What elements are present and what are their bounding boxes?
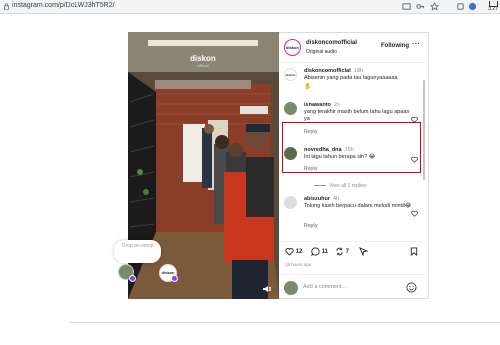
profile-icon[interactable]	[468, 2, 477, 11]
extensions-icon[interactable]	[456, 2, 465, 11]
comments-count: 11	[321, 249, 329, 256]
post-header: diskon diskoncomofficial Original audio …	[279, 33, 429, 63]
caption-avatar-text: diskon	[285, 73, 296, 77]
comment-user-line: novredha_dna 15h	[304, 147, 354, 153]
comment-item: isnawanto 2s yang terakhir masih belum ta…	[284, 102, 418, 142]
cast-icon[interactable]	[402, 2, 411, 11]
caption: diskon diskoncomofficial 18h Abisenin yan…	[284, 68, 417, 90]
bookmark-icon[interactable]	[410, 247, 418, 257]
reply-button[interactable]: Reply	[304, 223, 318, 229]
like-comment-heart-icon[interactable]	[411, 116, 418, 123]
video-logo-sub: official	[197, 63, 209, 68]
mute-icon[interactable]	[262, 284, 272, 294]
view-replies-button[interactable]: View all 1 replies	[314, 183, 366, 189]
comment-username[interactable]: novredha_dna	[304, 147, 342, 153]
reply-button[interactable]: Reply	[304, 129, 318, 135]
comment-avatar[interactable]	[284, 102, 297, 115]
logo-badge-icon	[171, 275, 178, 282]
share-send-icon[interactable]	[359, 247, 369, 257]
comments-scrollbar[interactable]	[422, 65, 426, 240]
comment-time: 2s	[333, 102, 340, 108]
post-panel: diskon diskoncomofficial Original audio …	[279, 32, 429, 299]
comment-item: abiszuhur 4h Tolong kasih berpacu dalam m…	[284, 196, 418, 232]
author-username[interactable]: diskoncomofficial	[306, 40, 357, 46]
current-user-avatar	[284, 281, 298, 295]
scrollbar-thumb[interactable]	[423, 80, 425, 180]
author-avatar[interactable]: diskon	[284, 39, 301, 56]
add-comment-bar: Add a comment...	[279, 274, 429, 300]
reposts-count: 7	[345, 249, 350, 256]
clock-time: 3.27	[488, 6, 498, 12]
caption-text: Abisenin yang pada tau lagunyaaaaaa	[304, 75, 398, 81]
caption-username[interactable]: diskoncomofficial	[304, 68, 351, 74]
site-info-icon[interactable]	[3, 3, 10, 10]
view-replies-text[interactable]: View all 1 replies	[329, 183, 366, 189]
replies-line	[314, 185, 326, 187]
url-text[interactable]: instagram.com/p/DcLWJ3hT5R2/	[12, 2, 115, 9]
clock: 3.27	[488, 1, 498, 13]
browser-address-bar[interactable]: instagram.com/p/DcLWJ3hT5R2/ 3.27	[0, 0, 500, 14]
heart-icon[interactable]	[285, 247, 294, 256]
post-time-ago[interactable]: 18 hours ago	[285, 262, 311, 267]
comment-time: 4h	[332, 196, 340, 202]
comment-item: novredha_dna 15h Ini lagu tahun berapa si…	[284, 147, 418, 177]
caption-time: 18h	[353, 68, 363, 74]
comment-text: yang terakhir masih belum tahu lagu apaa…	[304, 109, 410, 122]
caption-avatar[interactable]: diskon	[284, 68, 297, 81]
following-button[interactable]: Following	[381, 43, 409, 49]
page-divider	[70, 322, 500, 323]
comment-bubble-icon[interactable]	[311, 247, 320, 257]
repost-icon[interactable]	[335, 247, 344, 256]
comment-avatar[interactable]	[284, 147, 297, 160]
video-logo-text: diskon	[190, 54, 216, 63]
comment-user-line: isnawanto 2s	[304, 102, 340, 108]
comment-text: Ini lagu tahun berapa sih? 😂	[304, 154, 376, 160]
like-comment-heart-icon[interactable]	[411, 210, 418, 217]
bookmark-star-icon[interactable]	[430, 2, 439, 11]
more-options-button[interactable]: ···	[412, 41, 421, 48]
comment-username[interactable]: abiszuhur	[304, 196, 330, 202]
password-key-icon[interactable]	[416, 2, 425, 11]
post-actions: 12 11 7 18 hours ago	[279, 241, 429, 271]
likes-count: 12	[295, 249, 303, 256]
caption-user-line: diskoncomofficial 18h	[304, 68, 363, 74]
like-comment-heart-icon[interactable]	[411, 156, 418, 163]
add-comment-input[interactable]: Add a comment...	[303, 284, 346, 290]
video-logo: diskon official	[190, 54, 216, 68]
share-action[interactable]	[359, 247, 369, 257]
author-avatar-text: diskon	[286, 45, 299, 50]
save-action[interactable]	[410, 247, 418, 257]
avatar-badge-icon	[129, 275, 136, 282]
original-audio-link[interactable]: Original audio	[306, 49, 337, 55]
emoji-icon: ✋	[304, 84, 312, 90]
comment-username[interactable]: isnawanto	[304, 102, 331, 108]
like-action[interactable]: 12	[285, 247, 302, 256]
comment-avatar[interactable]	[284, 196, 297, 209]
comment-text: Tolong kasih berpacu dalam melodi mindi😂	[304, 203, 412, 209]
comment-user-line: abiszuhur 4h	[304, 196, 339, 202]
comment-time: 15h	[344, 147, 354, 153]
repost-action[interactable]: 7	[335, 247, 349, 256]
emoji-picker-icon[interactable]	[406, 282, 417, 293]
reply-button[interactable]: Reply	[304, 166, 318, 172]
drop-emoji-bubble[interactable]: Drop an emoji	[114, 240, 161, 263]
comment-action[interactable]: 11	[311, 247, 329, 257]
